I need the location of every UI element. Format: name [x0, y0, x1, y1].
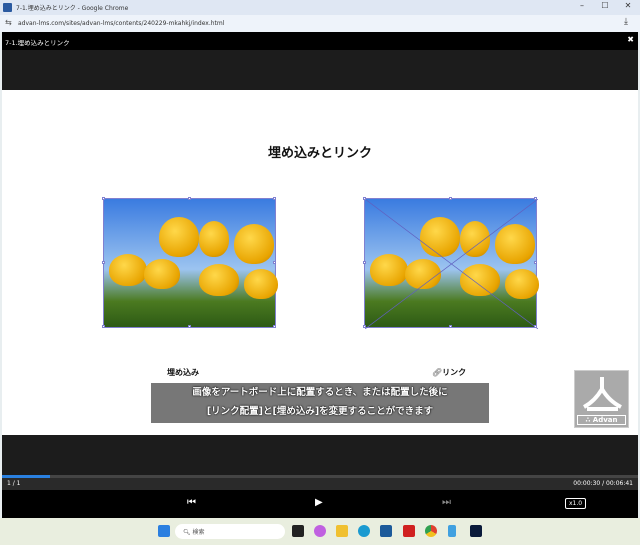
search-placeholder: 検索: [192, 529, 205, 536]
subtitle-line: [リンク配置]と[埋め込み]を変更することができます: [206, 406, 434, 417]
selection-handle[interactable]: [102, 261, 105, 264]
subtitle-box: 画像をアートボード上に配置するとき、または配置した後に [リンク配置]と[埋め込み…: [151, 383, 489, 423]
copilot-icon[interactable]: [314, 525, 326, 537]
selection-handle[interactable]: [448, 197, 452, 200]
maximize-button[interactable]: ☐: [597, 1, 613, 10]
address-bar[interactable]: advan-lms.com/sites/advan-lms/contents/2…: [0, 15, 640, 32]
selection-handle[interactable]: [363, 261, 366, 264]
controls: ⏮ ▶ ⏭ x1.0: [2, 490, 638, 518]
file-explorer-icon[interactable]: [336, 525, 348, 537]
selection-handle[interactable]: [448, 325, 452, 328]
url-text: advan-lms.com/sites/advan-lms/contents/2…: [18, 20, 225, 27]
app-icon: [3, 3, 12, 12]
player-close-icon[interactable]: ✖: [627, 35, 634, 44]
next-icon[interactable]: ⏭: [442, 497, 451, 508]
embedded-tulip-image: [102, 197, 278, 328]
slide-title: 埋め込みとリンク: [267, 146, 372, 161]
selection-handle[interactable]: [363, 197, 366, 200]
speed-button[interactable]: x1.0: [565, 498, 587, 509]
player: 7-1.埋め込みとリンク ✖ 埋め込みとリンク 埋め込み 🔗︎リンク 画像をアー…: [2, 32, 638, 518]
player-header: 7-1.埋め込みとリンク: [2, 32, 638, 50]
close-button[interactable]: ✕: [620, 1, 636, 10]
page-counter: 1 / 1: [7, 480, 21, 487]
selection-handle[interactable]: [102, 325, 105, 328]
logo-mark-icon: [583, 377, 622, 411]
play-icon[interactable]: ▶: [315, 497, 323, 508]
site-settings-icon[interactable]: ⇆: [5, 18, 12, 27]
bottom-band: [2, 435, 638, 475]
taskbar-search[interactable]: 🔍︎ 検索: [175, 524, 285, 539]
selection-handle[interactable]: [187, 325, 191, 328]
task-view-icon[interactable]: [292, 525, 304, 537]
phone-icon[interactable]: [448, 525, 456, 537]
selection-handle[interactable]: [534, 197, 537, 200]
download-icon[interactable]: ⤓: [624, 17, 628, 27]
previous-icon[interactable]: ⏮: [187, 497, 196, 508]
selection-handle[interactable]: [102, 197, 105, 200]
linked-tulip-image: [363, 197, 539, 329]
start-icon[interactable]: [158, 525, 170, 537]
selection-handle[interactable]: [273, 197, 276, 200]
link-placeholder-cross: [365, 199, 538, 329]
window-title: 7-1.埋め込みとリンク - Google Chrome: [16, 5, 129, 12]
selection-handle[interactable]: [273, 261, 276, 264]
slide: 埋め込みとリンク 埋め込み 🔗︎リンク 画像をアートボード上に配置するとき、また…: [2, 90, 638, 435]
selection-handle[interactable]: [534, 261, 537, 264]
taskbar: 🔍︎ 検索: [0, 518, 640, 545]
selection-handle[interactable]: [273, 325, 276, 328]
selection-handle[interactable]: [534, 325, 537, 328]
link-icon: 🔗︎: [432, 368, 443, 377]
l-app-icon[interactable]: [403, 525, 415, 537]
top-band: [2, 50, 638, 90]
info-row: 1 / 1 00:00:30 / 00:06:41: [2, 478, 638, 490]
photoshop-icon[interactable]: [470, 525, 482, 537]
advan-logo: ∴ Advan: [574, 370, 629, 428]
store-icon[interactable]: [380, 525, 392, 537]
embed-caption: 埋め込み: [167, 368, 199, 377]
selection-handle[interactable]: [187, 197, 191, 200]
chrome-icon[interactable]: [425, 525, 437, 537]
player-title: 7-1.埋め込みとリンク: [5, 39, 70, 47]
window-titlebar: 7-1.埋め込みとリンク - Google Chrome: [0, 0, 640, 15]
time-display: 00:00:30 / 00:06:41: [573, 480, 633, 487]
minimize-button[interactable]: –: [574, 1, 590, 10]
edge-icon[interactable]: [358, 525, 370, 537]
subtitle-line: 画像をアートボード上に配置するとき、または配置した後に: [192, 387, 448, 398]
selection-handle[interactable]: [363, 325, 366, 328]
link-caption: リンク: [442, 368, 467, 377]
